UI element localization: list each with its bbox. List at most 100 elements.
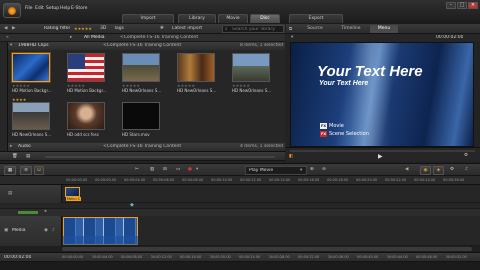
- clip-card[interactable]: ★★★★★ HD Motion Backgr...: [12, 53, 64, 95]
- menu-clip-label[interactable]: Menu 1: [66, 197, 81, 201]
- timeline-timecode[interactable]: 00:00:02:00: [4, 255, 31, 260]
- clip-card[interactable]: ★★★★★ HD NewOrleans S...: [122, 53, 174, 95]
- prev-marker-icon[interactable]: ◀: [405, 167, 408, 172]
- preview-scrubber[interactable]: [290, 150, 475, 152]
- add-link-icon[interactable]: ⊕: [310, 167, 314, 172]
- clip-card[interactable]: ★★★★★ HD NewOrleans S...: [232, 53, 284, 95]
- popout-icon[interactable]: ⧉: [289, 26, 292, 32]
- tab-movie[interactable]: Movie: [218, 14, 248, 23]
- ruler-tick-label: 00:00:24.00: [414, 178, 436, 182]
- clip-thumbnail[interactable]: [12, 102, 50, 130]
- maximize-button[interactable]: □: [457, 2, 467, 9]
- menu-estore[interactable]: E-Store: [71, 6, 87, 11]
- video-section-header[interactable]: ▾ 1988HD Clips <Complete FS-16 Training …: [8, 42, 285, 50]
- clip-card[interactable]: ★★★★★ HD Motion Backgr...: [67, 53, 119, 95]
- zoom-slider[interactable]: [45, 156, 275, 158]
- timeline-scroll-thumb[interactable]: [62, 247, 472, 251]
- timeline-ruler[interactable]: 00:00:00.00 00:00:00.00 00:00:04.00 00:00:0…: [0, 176, 480, 185]
- menu-button-movie[interactable]: FX Movie: [320, 123, 380, 130]
- menu-help[interactable]: Help: [60, 6, 70, 11]
- tab-source[interactable]: Source: [298, 25, 332, 33]
- menu-subtitle-text[interactable]: Your Text Here: [319, 80, 368, 87]
- search-input[interactable]: Search your library: [232, 27, 282, 32]
- forward-icon[interactable]: ▶: [12, 26, 15, 31]
- recent-star-icon[interactable]: ✱: [160, 26, 164, 31]
- clip-card[interactable]: ★★★★ HD NewOrleans S...: [12, 97, 64, 141]
- rating-filter-stars[interactable]: ★★★★★: [74, 26, 92, 31]
- delete-icon[interactable]: ▥: [150, 167, 154, 172]
- back-icon[interactable]: ◀: [4, 26, 7, 31]
- marker-icon[interactable]: ⊟: [163, 167, 167, 172]
- section-collapse-icon[interactable]: ▸: [10, 144, 12, 149]
- chapter-marker[interactable]: ◆: [130, 202, 134, 208]
- clip-name: HD odd scs fess: [67, 132, 99, 137]
- track-audio-icon[interactable]: ♪: [52, 228, 55, 233]
- tab-export[interactable]: Export: [289, 14, 343, 23]
- tab-menu[interactable]: Menu: [370, 25, 398, 33]
- menu-file[interactable]: File: [25, 6, 33, 11]
- tab-timeline[interactable]: Timeline: [334, 25, 368, 33]
- return-marker-button[interactable]: ◈: [433, 166, 444, 175]
- link-icon[interactable]: ▭: [176, 167, 180, 172]
- tab-disc[interactable]: Disc: [250, 14, 280, 23]
- menu-clip-thumbnail[interactable]: [65, 187, 80, 197]
- play-movie-dropdown[interactable]: Play Movie ▾: [245, 166, 307, 175]
- media-clip-audio[interactable]: [63, 236, 138, 245]
- track-eye-icon[interactable]: ◉: [44, 228, 48, 233]
- timeline-view-toggle[interactable]: ≡: [20, 166, 32, 175]
- tags-filter[interactable]: Tags: [114, 26, 124, 31]
- clip-thumbnail[interactable]: [122, 53, 160, 82]
- nav-all-media[interactable]: All Media: [84, 35, 105, 40]
- menu-title-text[interactable]: Your Text Here: [317, 63, 423, 80]
- menu-setup[interactable]: Setup: [46, 6, 59, 11]
- menu-button-scene-selection[interactable]: FX Scene Selection: [320, 131, 380, 138]
- clip-thumbnail[interactable]: [232, 53, 270, 82]
- scissors-icon[interactable]: ✂: [135, 167, 139, 172]
- record-menu-icon[interactable]: ▾: [196, 167, 198, 172]
- menu-bullet: FX: [320, 131, 327, 137]
- clip-name: HD NewOrleans S...: [122, 88, 162, 93]
- menu-edit[interactable]: Edit: [35, 6, 44, 11]
- volume-meter[interactable]: [18, 211, 38, 214]
- storyboard-toggle[interactable]: ▦: [4, 166, 16, 175]
- audio-section-header[interactable]: ▸ Audio <Complete FS-16 Training Content…: [8, 143, 285, 151]
- collapse-icon[interactable]: «: [6, 35, 9, 40]
- clip-thumbnail[interactable]: [67, 102, 105, 130]
- remove-link-icon[interactable]: ⊖: [322, 167, 326, 172]
- tab-library[interactable]: Library: [178, 14, 216, 23]
- preview-settings-gear-icon[interactable]: ⚙: [464, 153, 468, 158]
- section-collapse-icon[interactable]: ▾: [10, 43, 12, 48]
- track-lock-icon[interactable]: ▣: [4, 228, 8, 233]
- minimize-button[interactable]: –: [446, 2, 456, 9]
- preview-settings-icon[interactable]: ▾: [291, 35, 293, 40]
- rating-filter-label[interactable]: Rating filter: [44, 26, 70, 31]
- clip-card[interactable]: ★★★★★ HD NewOrleans S...: [177, 53, 229, 95]
- audio-mixer-icon[interactable]: ♪: [465, 167, 468, 172]
- clip-card[interactable]: HD Stars.mov: [122, 97, 174, 141]
- preview-screen[interactable]: Your Text Here Your Text Here FX Movie F…: [290, 42, 474, 147]
- trash-icon[interactable]: 🗑: [12, 154, 18, 159]
- clip-thumbnail[interactable]: [67, 53, 105, 82]
- library-search-box[interactable]: ⌕ Search your library: [222, 25, 284, 33]
- close-button[interactable]: ×: [468, 2, 478, 9]
- clip-thumbnail[interactable]: [122, 102, 160, 130]
- timeline-settings-icon[interactable]: ⚙: [450, 167, 454, 172]
- preview-timecode[interactable]: 00:00:02:00: [436, 35, 463, 40]
- media-track-label[interactable]: Media: [12, 228, 26, 233]
- nav-toggle-icon[interactable]: ▸: [70, 35, 72, 40]
- track-control-row: ◂: [0, 209, 480, 216]
- record-icon[interactable]: ●: [188, 167, 192, 172]
- chapter-marker-button[interactable]: ◉: [420, 166, 431, 175]
- clip-card[interactable]: HD odd scs fess: [67, 97, 119, 141]
- speaker-icon[interactable]: ◂: [44, 209, 46, 214]
- play-icon[interactable]: ▶: [378, 153, 383, 160]
- clip-thumbnail[interactable]: [12, 53, 50, 82]
- view-3d-toggle[interactable]: 3D: [100, 26, 106, 31]
- tab-import[interactable]: Import: [122, 14, 174, 23]
- magnet-icon[interactable]: ⊔: [34, 166, 44, 175]
- footer-tick-label: 00:00:24.00: [239, 255, 261, 259]
- clip-thumbnail[interactable]: [177, 53, 215, 82]
- recent-imports-dropdown[interactable]: Latest import: [172, 26, 222, 31]
- view-mode-icon[interactable]: ▤: [26, 154, 30, 159]
- library-path[interactable]: <Complete FS-16 Training Content: [120, 35, 210, 40]
